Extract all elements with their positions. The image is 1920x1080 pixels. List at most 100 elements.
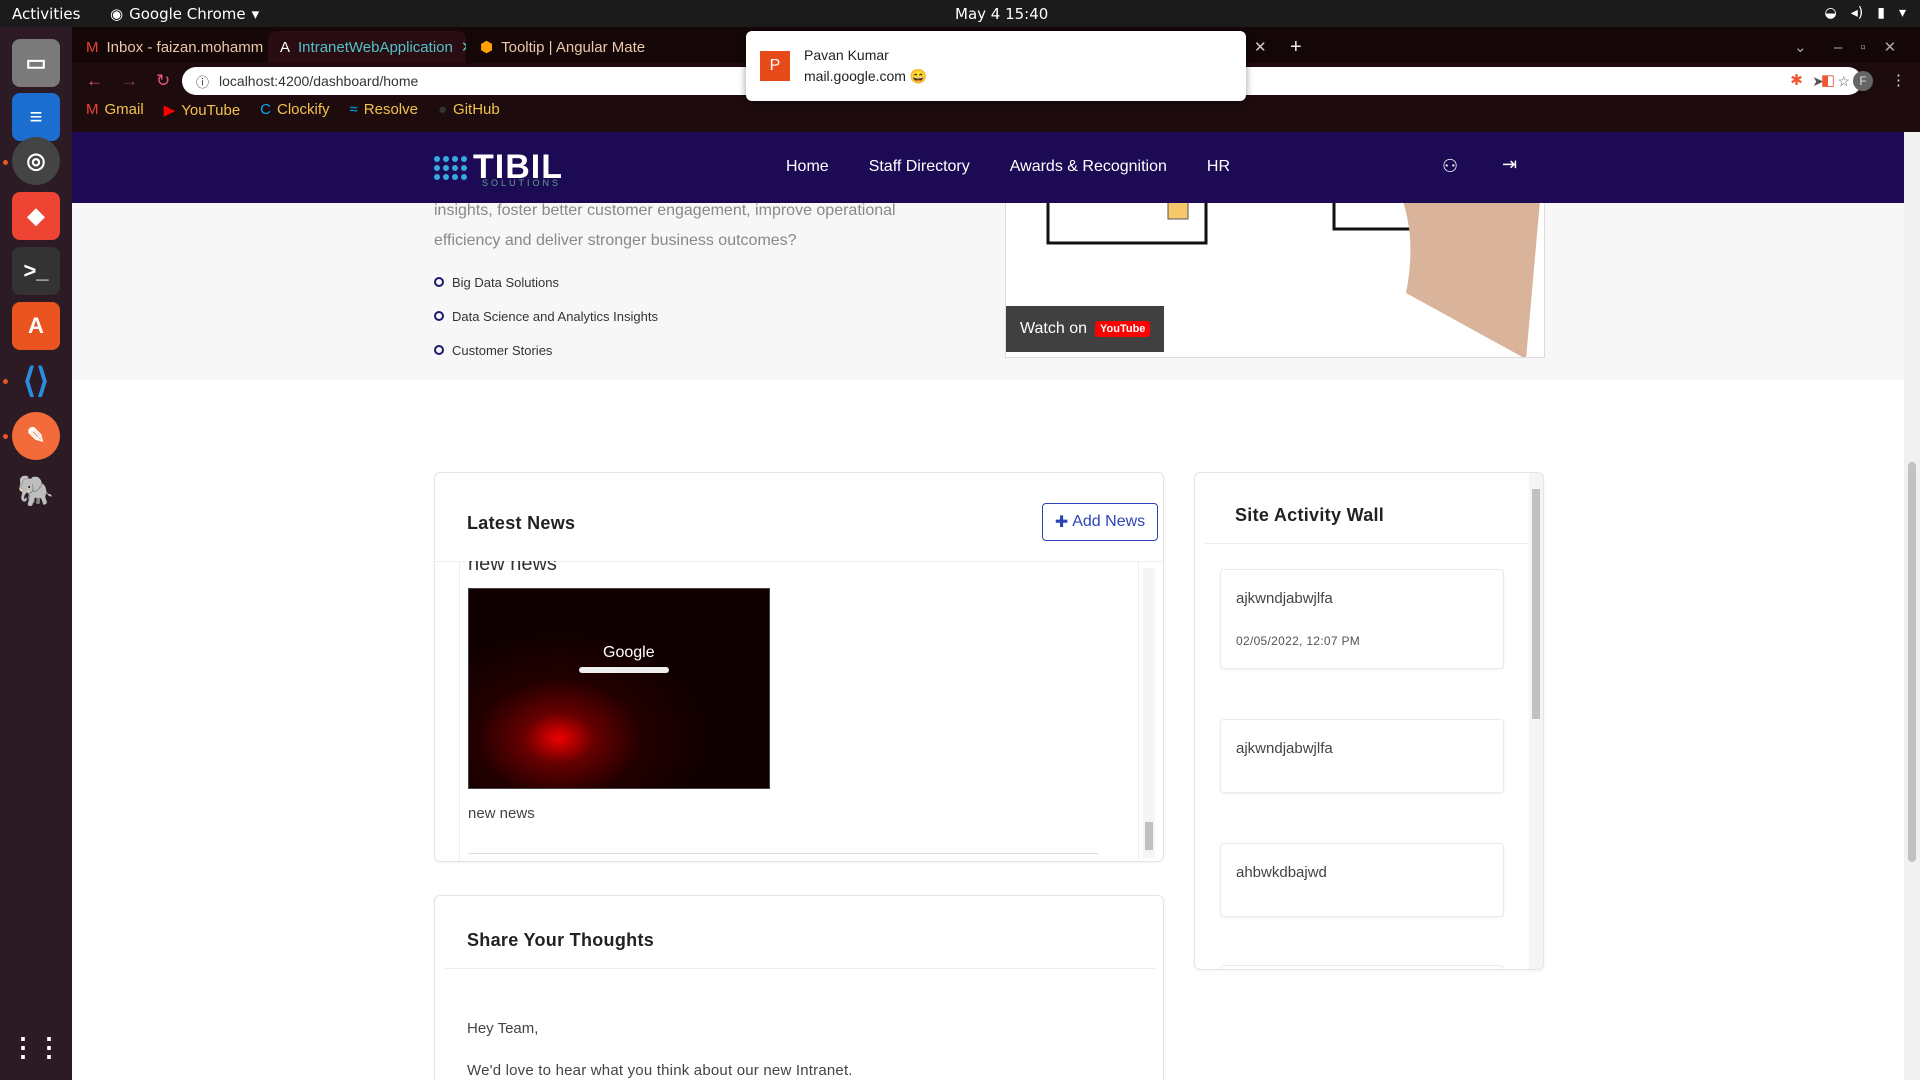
new-tab-button[interactable]: + (1278, 31, 1308, 63)
chrome-dock-icon[interactable]: ◎ (12, 137, 60, 185)
notification-source: mail.google.com 😄 (804, 68, 928, 84)
dock: ▭ ≡ ◎ ◆ >_ A ⟨⟩ ✎ 🐘 ⋮⋮ (0, 27, 72, 1080)
scroll-thumb[interactable] (1145, 822, 1153, 850)
gmail-icon: M (86, 38, 99, 56)
activity-item[interactable]: ahbwkdbajwd (1220, 843, 1504, 917)
news-list[interactable]: new news Google new news (459, 561, 1139, 861)
back-icon[interactable]: ← (86, 71, 103, 91)
app-menu[interactable]: ◉ Google Chrome ▾ (110, 5, 259, 23)
bookmark-resolve[interactable]: ≈ Resolve (350, 101, 418, 119)
reload-icon[interactable]: ↻ (156, 71, 170, 91)
bookmark-clockify[interactable]: C Clockify (260, 101, 329, 119)
logout-icon[interactable]: ⇥ (1502, 154, 1517, 175)
bookmark-youtube[interactable]: ▶ YouTube (164, 101, 241, 119)
software-center-icon[interactable]: A (12, 302, 60, 350)
chrome-icon: ◉ (110, 5, 124, 23)
toolbar-right: ✱ ◧ F ⋮ (1790, 71, 1906, 91)
page-scrollbar[interactable] (1904, 132, 1920, 1080)
news-scrollbar[interactable] (1143, 568, 1155, 858)
tab-tooltip[interactable]: ⬢ Tooltip | Angular Mate (468, 31, 648, 63)
list-item[interactable]: Big Data Solutions (434, 265, 658, 299)
postman-icon[interactable]: ✎ (12, 412, 60, 460)
list-item[interactable]: Customer Stories (434, 333, 658, 367)
maximize-icon[interactable]: ▫ (1860, 39, 1865, 56)
volume-icon: ◂) (1850, 5, 1864, 21)
window-controls[interactable]: – ▫ ✕ (1822, 31, 1918, 63)
profile-avatar[interactable]: F (1853, 71, 1873, 91)
share-thoughts-card: Share Your Thoughts Hey Team, We'd love … (434, 895, 1164, 1080)
vscode-icon[interactable]: ⟨⟩ (12, 357, 60, 405)
notification-popup[interactable]: P Pavan Kumar mail.google.com 😄 (746, 31, 1246, 101)
watch-on-youtube[interactable]: Watch on YouTube (1006, 306, 1165, 352)
bullet-icon (434, 311, 444, 321)
site-activity-wall: Site Activity Wall ajkwndjabwjlfa 02/05/… (1194, 472, 1544, 970)
wall-scrollbar[interactable] (1529, 473, 1543, 969)
show-apps-icon[interactable]: ⋮⋮ (10, 1023, 62, 1071)
nav-staff-directory[interactable]: Staff Directory (869, 158, 970, 176)
bookmark-github[interactable]: ● GitHub (438, 101, 500, 119)
pgadmin-icon[interactable]: 🐘 (12, 467, 60, 515)
url-text[interactable]: localhost:4200/dashboard/home (219, 73, 418, 89)
nav-home[interactable]: Home (786, 158, 829, 176)
tab-search-icon[interactable]: ⌄ (1782, 31, 1812, 63)
tab-inbox[interactable]: M Inbox - faizan.mohamm ✕ (74, 31, 266, 63)
activity-item[interactable]: ajkwndjabwjlfa (1220, 719, 1504, 793)
tab-label: IntranetWebApplication (298, 38, 453, 56)
nav-buttons: ← → ↻ (86, 71, 170, 91)
news-image: Google (468, 588, 770, 789)
activity-item[interactable] (1220, 965, 1504, 969)
card-title: Site Activity Wall (1235, 505, 1385, 525)
tab-label: Tooltip | Angular Mate (501, 38, 646, 56)
menu-icon[interactable]: ⋮ (1891, 71, 1906, 91)
battery-icon: ▮ (1877, 5, 1885, 21)
hero-intro: insights, foster better customer engagem… (434, 202, 896, 249)
terminal-icon[interactable]: >_ (12, 247, 60, 295)
close-icon[interactable]: ✕ (461, 38, 466, 56)
notification-sender: Pavan Kumar (804, 47, 889, 63)
divider (468, 853, 1098, 854)
close-window-icon[interactable]: ✕ (1884, 38, 1897, 56)
app-name: Google Chrome (129, 5, 246, 23)
youtube-logo: YouTube (1095, 321, 1151, 337)
user-icon[interactable]: ⚇ (1442, 156, 1458, 177)
tab-close-hidden[interactable]: ✕ (1242, 31, 1270, 63)
github-icon: ● (437, 101, 448, 118)
site-navbar: TIBIL SOLUTIONS Home Staff Directory Awa… (72, 132, 1904, 203)
nav-awards[interactable]: Awards & Recognition (1010, 158, 1167, 176)
system-tray[interactable]: ◒ ◂) ▮ ▾ (1825, 5, 1906, 21)
close-icon[interactable]: ✕ (1254, 38, 1267, 56)
activity-date: 02/05/2022, 12:07 PM (1236, 634, 1361, 648)
news-title: new news (468, 561, 557, 575)
gmail-icon: M (86, 101, 99, 118)
clockify-icon: C (260, 101, 272, 118)
scroll-thumb[interactable] (1908, 462, 1916, 862)
minimize-icon[interactable]: – (1834, 39, 1842, 56)
scroll-thumb[interactable] (1532, 489, 1540, 719)
divider (445, 968, 1155, 969)
anydesk-icon[interactable]: ◆ (12, 192, 60, 240)
hero-list: Big Data Solutions Data Science and Anal… (434, 265, 658, 367)
list-item[interactable]: Data Science and Analytics Insights (434, 299, 658, 333)
clock[interactable]: May 4 15:40 (955, 5, 1048, 23)
sidebar-icon[interactable]: ◧ (1821, 71, 1835, 91)
angular-icon: A (280, 38, 291, 56)
bookmark-gmail[interactable]: M Gmail (86, 101, 144, 119)
activity-item[interactable]: ajkwndjabwjlfa 02/05/2022, 12:07 PM (1220, 569, 1504, 669)
page-viewport: insights, foster better customer engagem… (72, 132, 1904, 1080)
card-title: Share Your Thoughts (467, 930, 655, 950)
power-menu-icon: ▾ (1898, 5, 1906, 21)
extensions-icon[interactable]: ✱ (1790, 71, 1803, 91)
add-news-button[interactable]: ✚ Add News (1042, 503, 1158, 541)
nav-hr[interactable]: HR (1207, 158, 1230, 176)
thoughts-greeting: Hey Team, (467, 1020, 539, 1037)
divider (1205, 543, 1529, 544)
writer-icon[interactable]: ≡ (12, 93, 60, 141)
plus-icon: ✚ (1054, 514, 1069, 531)
tab-intranet[interactable]: A IntranetWebApplication ✕ (268, 31, 466, 63)
info-icon[interactable]: ⓘ (196, 72, 209, 91)
forward-icon[interactable]: → (121, 71, 138, 91)
card-title: Latest News (467, 513, 576, 533)
files-icon[interactable]: ▭ (12, 39, 60, 87)
logo-subtitle: SOLUTIONS (482, 178, 562, 188)
activities-button[interactable]: Activities (12, 5, 80, 23)
